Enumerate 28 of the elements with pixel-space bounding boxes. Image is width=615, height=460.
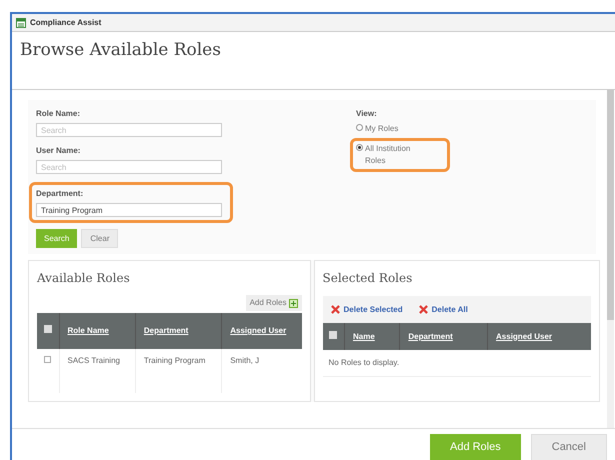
radio-option[interactable]: All Institution Roles xyxy=(356,143,428,167)
column-header[interactable]: Assigned User xyxy=(222,313,302,349)
field-label: Role Name: xyxy=(36,108,82,120)
column-header[interactable]: Name xyxy=(344,323,400,350)
table-cell: SACS Training xyxy=(68,356,120,365)
column-header[interactable]: Department xyxy=(400,323,488,350)
page-heading: Browse Available Roles xyxy=(20,39,221,62)
field-label: Department: xyxy=(36,188,84,200)
delete-link[interactable]: Delete Selected xyxy=(330,304,403,316)
secondary-button[interactable]: Cancel xyxy=(530,434,607,460)
table-cell: Training Program xyxy=(144,356,206,365)
empty-message: No Roles to display. xyxy=(328,358,400,367)
column-header[interactable]: Department xyxy=(135,313,222,349)
table-cell: Smith, J xyxy=(230,356,260,365)
field-label: User Name: xyxy=(36,145,82,157)
field-label: View: xyxy=(356,108,378,120)
input-field[interactable]: Search xyxy=(36,123,222,137)
column-header[interactable]: Role Name xyxy=(59,313,136,349)
panel-title: Available Roles xyxy=(37,270,130,287)
panel-title: Selected Roles xyxy=(322,270,412,287)
radio-option[interactable]: My Roles xyxy=(356,123,428,135)
input-field[interactable]: Search xyxy=(36,160,222,174)
secondary-button[interactable]: Clear xyxy=(81,229,118,248)
column-header[interactable]: Assigned User xyxy=(488,323,591,350)
delete-link[interactable]: Delete All xyxy=(418,304,468,316)
window-title: Compliance Assist xyxy=(30,16,102,28)
add-roles-button[interactable]: Add Roles xyxy=(246,295,302,311)
input-field[interactable]: Training Program xyxy=(36,203,222,217)
